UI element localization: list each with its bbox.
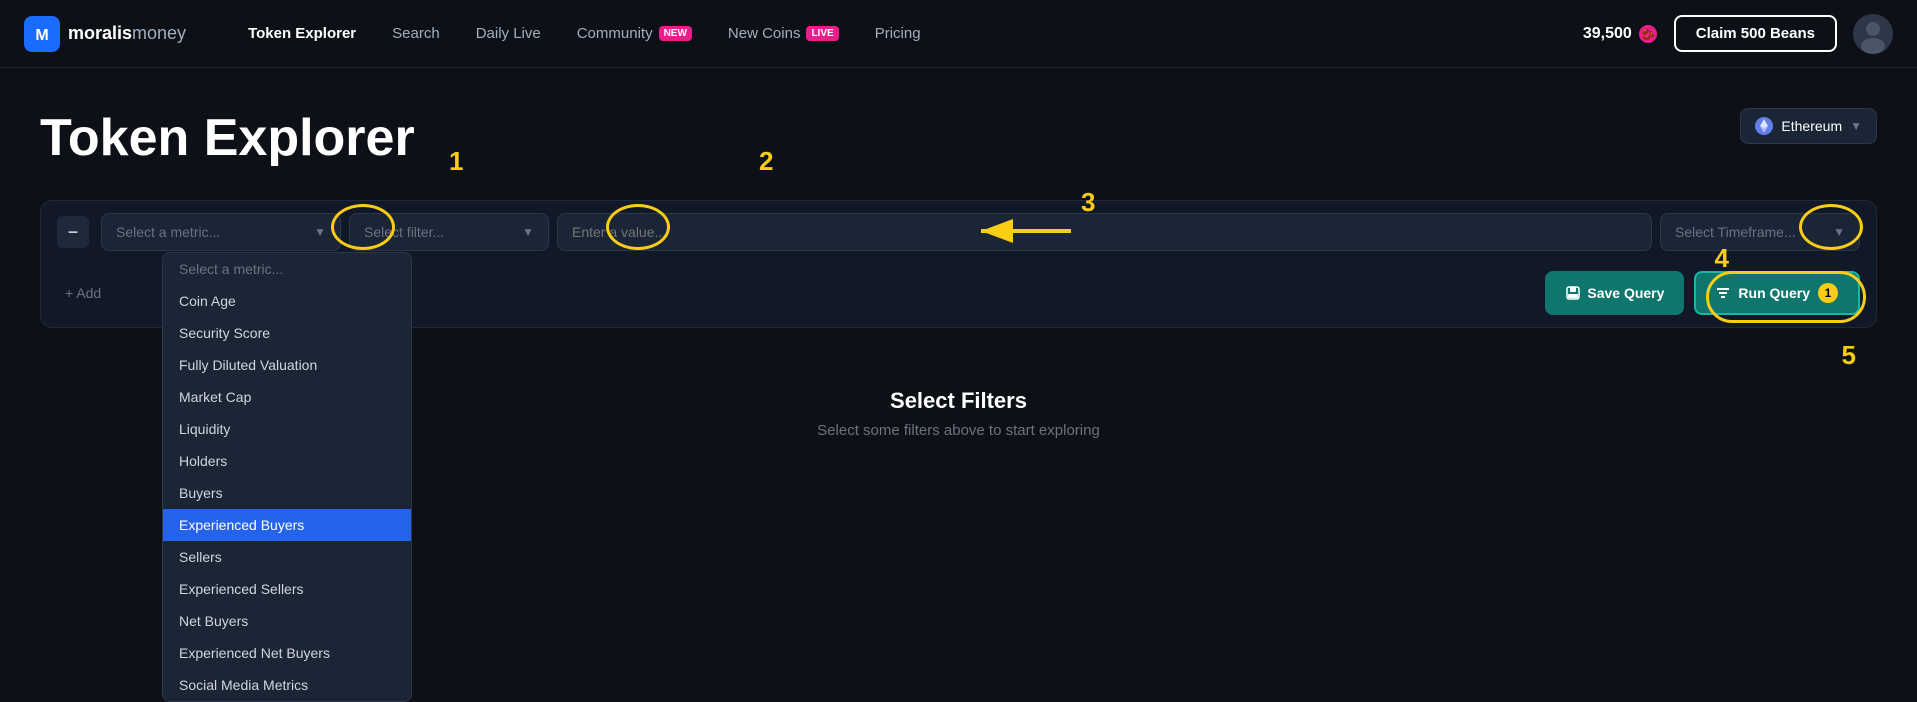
value-input[interactable] bbox=[557, 213, 1652, 251]
nav-item-pricing[interactable]: Pricing bbox=[861, 19, 935, 48]
moralis-logo-icon: M bbox=[24, 16, 60, 52]
dropdown-item-market-cap[interactable]: Market Cap bbox=[163, 381, 411, 413]
nav-right: 39,500 🫘 Claim 500 Beans bbox=[1583, 14, 1893, 54]
community-badge: NEW bbox=[659, 26, 692, 41]
filter-selector[interactable]: Select filter... ▼ bbox=[349, 213, 549, 251]
dropdown-item-net-buyers[interactable]: Net Buyers bbox=[163, 605, 411, 637]
filter-selected-value: Select filter... bbox=[364, 224, 444, 240]
new-coins-badge: LIVE bbox=[806, 26, 838, 41]
action-buttons: Save Query Run Query 1 bbox=[1545, 271, 1860, 315]
bean-icon: 🫘 bbox=[1638, 24, 1658, 44]
metric-selected-value: Select a metric... bbox=[116, 224, 220, 240]
dropdown-item-experienced-buyers[interactable]: Experienced Buyers bbox=[163, 509, 411, 541]
svg-text:M: M bbox=[35, 27, 48, 44]
logo-text: moralismoney bbox=[68, 23, 186, 44]
dropdown-item-placeholder[interactable]: Select a metric... bbox=[163, 253, 411, 285]
timeframe-selected-value: Select Timeframe... bbox=[1675, 224, 1796, 240]
save-icon bbox=[1565, 285, 1581, 301]
metric-selector[interactable]: Select a metric... ▼ Select a metric... … bbox=[101, 213, 341, 251]
filter-container: 1 2 3 − Select a m bbox=[40, 200, 1877, 328]
page-title: Token Explorer bbox=[40, 108, 1877, 168]
avatar[interactable] bbox=[1853, 14, 1893, 54]
nav-item-community[interactable]: Community NEW bbox=[563, 19, 706, 48]
main-content: Token Explorer Ethereum ▼ 4 1 2 bbox=[0, 68, 1917, 479]
svg-text:🫘: 🫘 bbox=[1641, 27, 1655, 41]
filter-row: − Select a metric... ▼ Select a metric..… bbox=[41, 201, 1876, 263]
metric-chevron-icon: ▼ bbox=[314, 225, 326, 239]
filter-icon bbox=[1716, 286, 1730, 300]
logo[interactable]: M moralismoney bbox=[24, 16, 186, 52]
run-query-button[interactable]: Run Query 1 bbox=[1694, 271, 1860, 315]
nav-item-new-coins[interactable]: New Coins LIVE bbox=[714, 19, 853, 48]
run-query-count-badge: 1 bbox=[1818, 283, 1838, 303]
dropdown-item-coin-age[interactable]: Coin Age bbox=[163, 285, 411, 317]
filter-chevron-icon: ▼ bbox=[522, 225, 534, 239]
network-chevron-icon: ▼ bbox=[1850, 119, 1862, 133]
dropdown-item-experienced-sellers[interactable]: Experienced Sellers bbox=[163, 573, 411, 605]
metric-dropdown: Select a metric... Coin Age Security Sco… bbox=[162, 252, 412, 702]
network-selector[interactable]: Ethereum ▼ bbox=[1740, 108, 1877, 144]
nav-item-token-explorer[interactable]: Token Explorer bbox=[234, 19, 370, 48]
timeframe-chevron-icon: ▼ bbox=[1833, 225, 1845, 239]
dropdown-item-liquidity[interactable]: Liquidity bbox=[163, 413, 411, 445]
nav-item-daily-live[interactable]: Daily Live bbox=[462, 19, 555, 48]
dropdown-item-buyers[interactable]: Buyers bbox=[163, 477, 411, 509]
dropdown-item-security-score[interactable]: Security Score bbox=[163, 317, 411, 349]
save-query-button[interactable]: Save Query bbox=[1545, 271, 1684, 315]
nav-item-search[interactable]: Search bbox=[378, 19, 454, 48]
add-filter-button[interactable]: + Add bbox=[57, 281, 109, 305]
dropdown-item-holders[interactable]: Holders bbox=[163, 445, 411, 477]
dropdown-item-experienced-net-buyers[interactable]: Experienced Net Buyers bbox=[163, 637, 411, 669]
dropdown-item-fully-diluted-valuation[interactable]: Fully Diluted Valuation bbox=[163, 349, 411, 381]
remove-filter-button[interactable]: − bbox=[57, 216, 89, 248]
dropdown-item-sellers[interactable]: Sellers bbox=[163, 541, 411, 573]
beans-count: 39,500 🫘 bbox=[1583, 24, 1658, 44]
timeframe-selector[interactable]: Select Timeframe... ▼ bbox=[1660, 213, 1860, 251]
nav-links: Token Explorer Search Daily Live Communi… bbox=[234, 19, 1551, 48]
claim-beans-button[interactable]: Claim 500 Beans bbox=[1674, 15, 1837, 52]
ethereum-icon bbox=[1755, 117, 1773, 135]
dropdown-item-social-media-metrics[interactable]: Social Media Metrics bbox=[163, 669, 411, 701]
navbar: M moralismoney Token Explorer Search Dai… bbox=[0, 0, 1917, 68]
